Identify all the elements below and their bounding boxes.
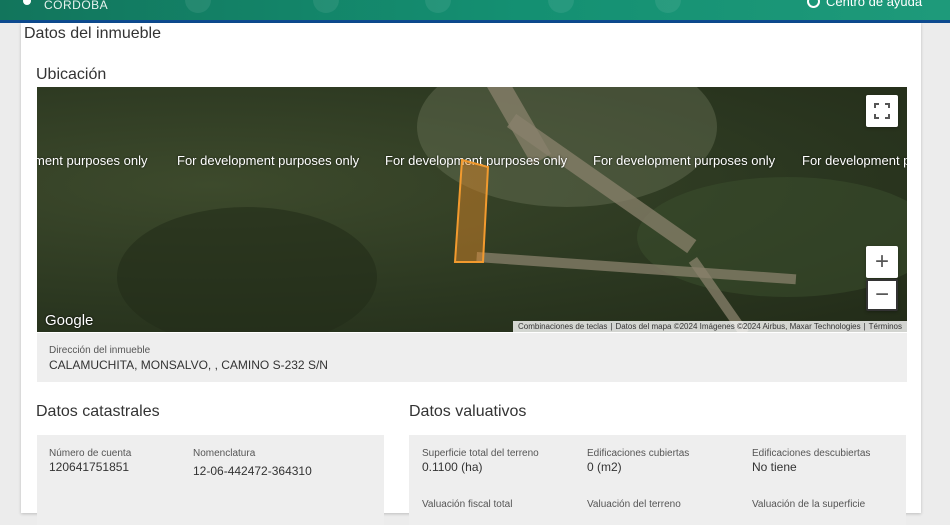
fullscreen-button[interactable] (866, 95, 898, 127)
ubicacion-title: Ubicación (36, 66, 107, 83)
nomenclature-value: 12-06-442472-364310 (193, 464, 312, 478)
fullscreen-icon (874, 103, 890, 119)
help-circle-icon (807, 0, 820, 8)
field-label: Nomenclatura (193, 448, 256, 459)
valuativos-panel: Superficie total del terreno 0.1100 (ha)… (409, 435, 906, 525)
logo-icon (23, 0, 31, 5)
map-view[interactable]: ment purposes only For development purpo… (37, 87, 907, 332)
header-decoration (425, 0, 451, 13)
terms-link[interactable]: Términos (866, 322, 905, 331)
help-center-link[interactable]: Centro de ayuda (807, 0, 922, 9)
zoom-in-button[interactable]: + (866, 246, 898, 278)
logo-text: CÓRDOBA (44, 0, 109, 12)
header-decoration (185, 0, 211, 13)
google-logo: Google (45, 312, 94, 329)
keyboard-shortcuts-link[interactable]: Combinaciones de teclas (515, 322, 610, 331)
header-decoration (548, 0, 574, 13)
parcel-polygon[interactable] (37, 87, 907, 332)
field-label: Número de cuenta (49, 448, 132, 459)
header-decoration (655, 0, 681, 13)
property-card: Datos del inmueble Ubicación ment purpos… (21, 23, 921, 525)
address-label: Dirección del inmueble (49, 345, 151, 356)
catastrales-panel: Número de cuenta 120641751851 Nomenclatu… (37, 435, 384, 525)
page-title: Datos del inmueble (24, 25, 161, 42)
account-number: 120641751851 (49, 460, 130, 474)
valuativos-title: Datos valuativos (409, 403, 527, 420)
map-data-credit: Datos del mapa ©2024 Imágenes ©2024 Airb… (615, 322, 861, 331)
field-label: Superficie total del terreno (422, 448, 539, 459)
header-decoration (313, 0, 339, 13)
land-area-value: 0.1100 (ha) (422, 460, 483, 474)
field-label: Edificaciones cubiertas (587, 448, 690, 459)
uncovered-buildings-value: No tiene (752, 460, 797, 474)
address-box: Dirección del inmueble CALAMUCHITA, MONS… (37, 333, 907, 382)
field-label: Edificaciones descubiertas (752, 448, 871, 459)
catastrales-title: Datos catastrales (36, 403, 160, 420)
zoom-out-button[interactable]: − (866, 279, 898, 311)
map-attribution: Combinaciones de teclas | Datos del mapa ©… (512, 321, 907, 332)
covered-buildings-value: 0 (m2) (587, 460, 622, 474)
help-center-label: Centro de ayuda (826, 0, 923, 9)
app-header: CÓRDOBA Centro de ayuda (0, 0, 950, 20)
address-value: CALAMUCHITA, MONSALVO, , CAMINO S-232 S/… (49, 358, 328, 372)
